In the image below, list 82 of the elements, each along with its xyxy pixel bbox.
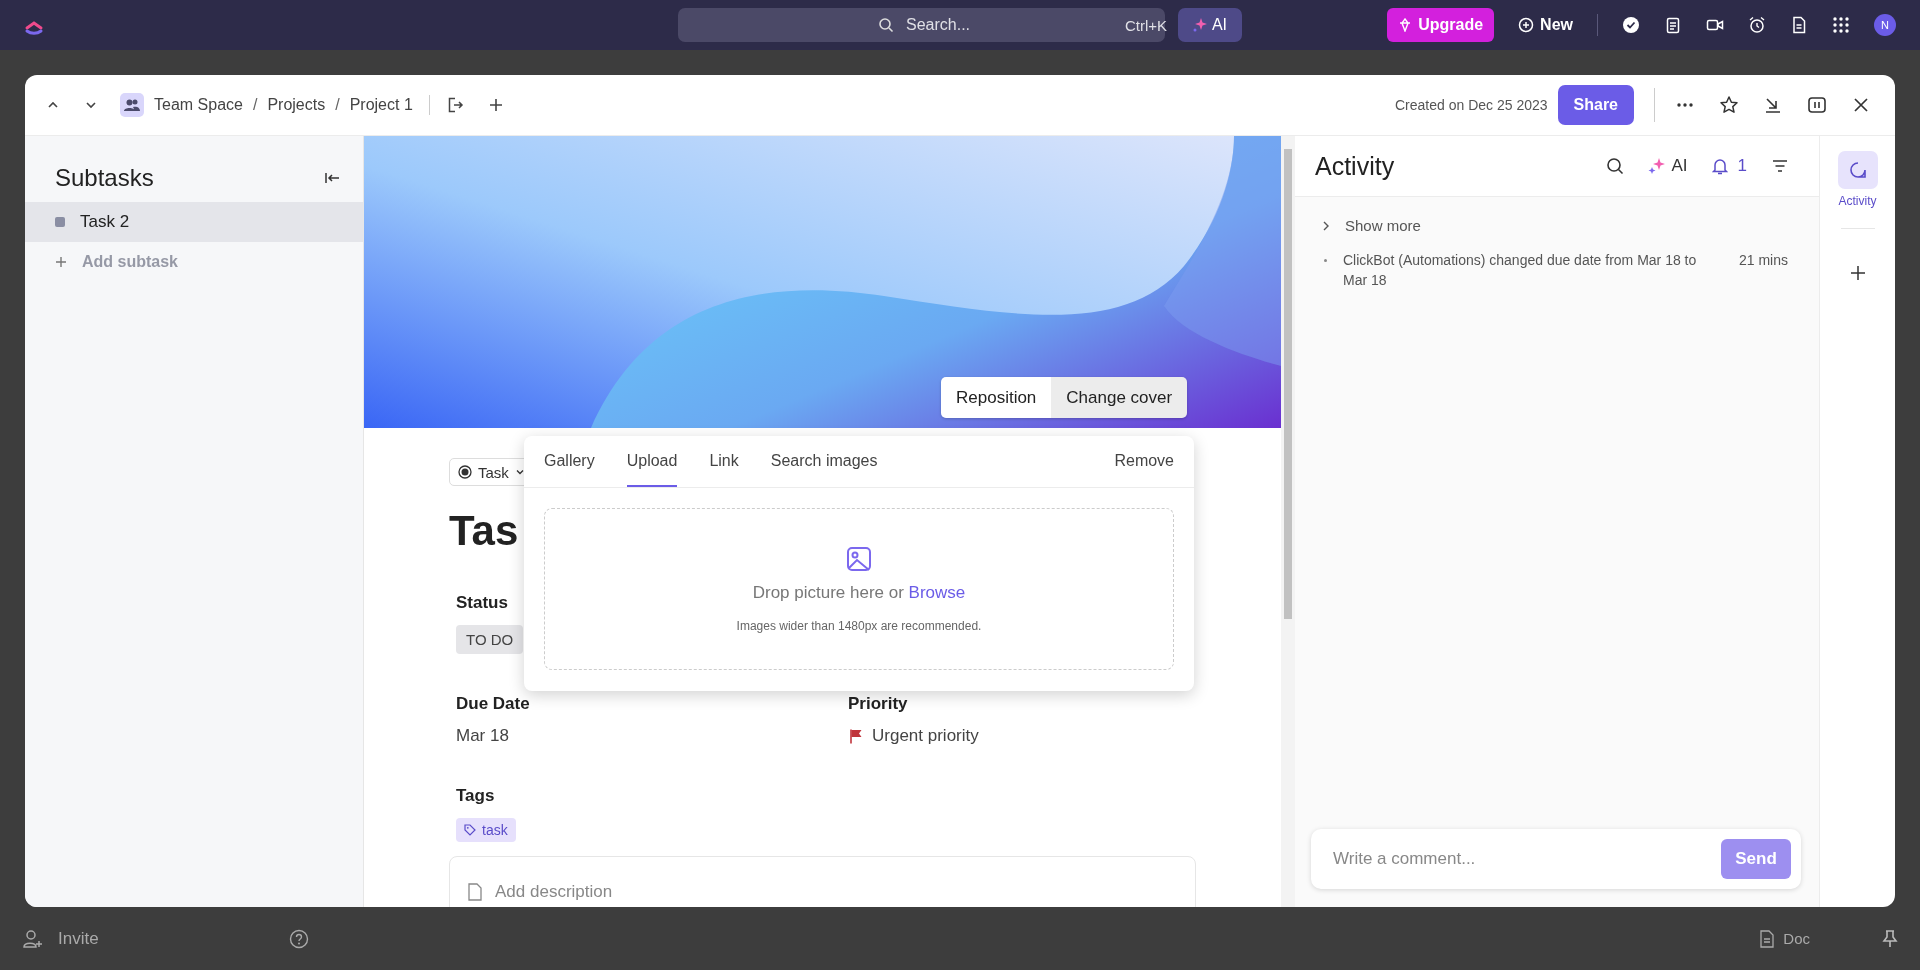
check-circle-icon[interactable] bbox=[1622, 16, 1640, 34]
alarm-clock-icon[interactable] bbox=[1748, 16, 1766, 34]
field-label: Due Date bbox=[456, 694, 530, 714]
tag-icon bbox=[464, 824, 476, 836]
people-icon bbox=[120, 93, 144, 117]
add-person-icon bbox=[22, 927, 44, 950]
status-square-icon bbox=[55, 217, 65, 227]
star-icon[interactable] bbox=[1719, 95, 1739, 115]
breadcrumb-link[interactable]: Team Space bbox=[154, 96, 243, 114]
subtask-name: Task 2 bbox=[80, 212, 130, 232]
search-icon bbox=[878, 17, 894, 33]
created-date: Created on Dec 25 2023 bbox=[1394, 97, 1548, 113]
shortcut-hint: Ctrl+K bbox=[1125, 16, 1168, 34]
breadcrumb-link[interactable]: Projects bbox=[267, 96, 326, 114]
search-input[interactable]: Search... bbox=[904, 15, 1115, 35]
comment-input[interactable]: Write a comment... bbox=[1331, 848, 1721, 870]
search-field[interactable]: Search... Ctrl+K bbox=[678, 8, 1165, 42]
size-hint: Images wider than 1480px are recommended. bbox=[736, 619, 982, 633]
sparkle-icon bbox=[1192, 18, 1207, 32]
plus-circle-icon bbox=[1518, 17, 1535, 33]
filter-icon[interactable] bbox=[1771, 157, 1789, 175]
popup-tab[interactable]: Upload bbox=[626, 436, 678, 487]
pin-icon[interactable] bbox=[1882, 929, 1898, 948]
scrollbar-thumb[interactable] bbox=[1284, 149, 1292, 619]
activity-icon bbox=[1837, 151, 1878, 189]
user-avatar[interactable]: N bbox=[1874, 14, 1896, 36]
breadcrumb-separator: / bbox=[252, 96, 258, 114]
search-icon[interactable] bbox=[1606, 157, 1625, 175]
minimize-icon[interactable] bbox=[1763, 95, 1783, 115]
breadcrumb-link[interactable]: Project 1 bbox=[349, 96, 413, 114]
field-label: Status bbox=[456, 593, 508, 613]
flag-icon bbox=[848, 728, 864, 744]
invite-button[interactable]: Invite bbox=[22, 927, 99, 950]
new-button[interactable]: New bbox=[1518, 16, 1573, 34]
popup-tab[interactable]: Search images bbox=[770, 436, 878, 487]
apps-grid-icon[interactable] bbox=[1832, 16, 1850, 34]
notification-button[interactable]: 1 bbox=[1711, 156, 1747, 176]
field-label: Tags bbox=[456, 786, 495, 806]
drop-instruction: Drop picture here or Browse bbox=[752, 583, 966, 603]
clipboard-icon[interactable] bbox=[1664, 16, 1682, 34]
status-badge[interactable]: TO DO bbox=[456, 625, 524, 654]
bullet-icon bbox=[1324, 259, 1327, 262]
sidebar-toggle-icon[interactable] bbox=[1807, 95, 1827, 115]
popup-tab[interactable]: Link bbox=[709, 436, 739, 487]
panel-title: Subtasks bbox=[55, 164, 154, 192]
panel-title: Activity bbox=[1315, 151, 1395, 181]
field-label: Priority bbox=[848, 694, 908, 714]
sparkle-icon bbox=[1648, 158, 1667, 174]
doc-button[interactable]: Doc bbox=[1759, 929, 1810, 948]
document-icon bbox=[1759, 929, 1776, 948]
show-more-button[interactable]: Show more bbox=[1321, 217, 1421, 234]
drop-zone[interactable]: Drop picture here or Browse Images wider than 1480px are recommended. bbox=[544, 508, 1174, 670]
help-icon[interactable] bbox=[288, 928, 309, 949]
upgrade-button[interactable]: Upgrade bbox=[1387, 8, 1495, 42]
subtask-item[interactable]: Task 2 bbox=[25, 202, 363, 242]
breadcrumb-separator: / bbox=[335, 96, 340, 114]
image-icon bbox=[845, 545, 873, 573]
priority-value[interactable]: Urgent priority bbox=[848, 726, 979, 746]
caret-icon bbox=[514, 467, 525, 477]
document-icon bbox=[467, 883, 483, 901]
remove-button[interactable]: Remove bbox=[1114, 436, 1174, 487]
tag-chip[interactable]: task bbox=[456, 818, 516, 842]
diamond-icon bbox=[1398, 18, 1413, 32]
activity-time: 21 mins bbox=[1739, 251, 1789, 270]
due-date-value[interactable]: Mar 18 bbox=[456, 726, 509, 746]
share-button[interactable]: Share bbox=[1557, 85, 1634, 125]
radio-dot-icon bbox=[458, 465, 472, 479]
activity-entry: ClickBot (Automations) changed due date from Mar 18 to Mar 18 bbox=[1343, 251, 1698, 290]
ai-button[interactable]: AI bbox=[1648, 156, 1688, 176]
cover-button[interactable]: Change cover bbox=[1051, 377, 1188, 418]
bell-icon bbox=[1711, 157, 1728, 175]
plus-icon bbox=[55, 256, 67, 268]
ai-button[interactable]: AI bbox=[1178, 8, 1242, 42]
chevron-right-icon bbox=[1321, 219, 1331, 232]
plus-icon[interactable] bbox=[1849, 265, 1866, 281]
browse-link[interactable]: Browse bbox=[908, 583, 966, 602]
description-field[interactable]: Add description bbox=[449, 856, 1196, 907]
popup-tab[interactable]: Gallery bbox=[544, 436, 595, 487]
activity-tab[interactable]: Activity bbox=[1837, 151, 1878, 208]
cover-button[interactable]: Reposition bbox=[941, 377, 1052, 418]
document-icon[interactable] bbox=[1790, 16, 1808, 34]
plus-icon[interactable] bbox=[487, 97, 504, 113]
